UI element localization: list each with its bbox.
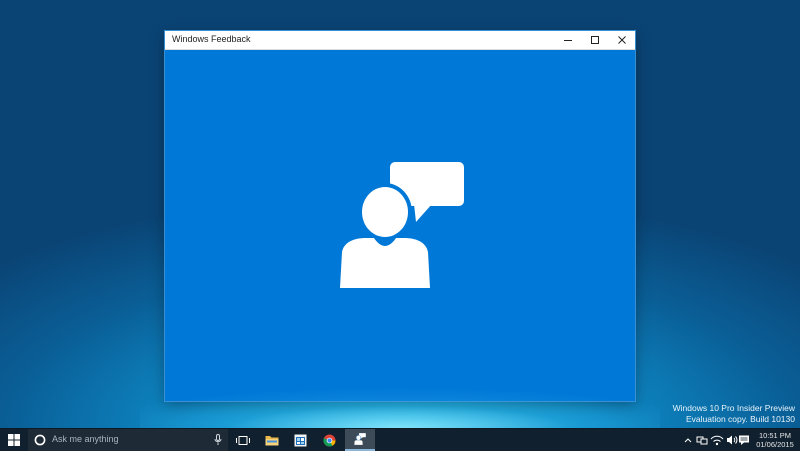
maximize-button[interactable]: [581, 31, 608, 49]
search-box[interactable]: Ask me anything: [28, 429, 228, 451]
volume-icon[interactable]: [726, 434, 738, 446]
close-button[interactable]: [608, 31, 635, 49]
windows-logo-icon: [8, 434, 20, 446]
clock-time: 10:51 PM: [758, 431, 792, 440]
splash-screen: [165, 50, 635, 401]
file-explorer-button[interactable]: [258, 429, 286, 451]
store-icon: [294, 434, 306, 446]
title-bar[interactable]: Windows Feedback: [165, 31, 635, 50]
action-center-icon[interactable]: [738, 434, 750, 446]
person-speech-bubble-icon: [340, 162, 464, 288]
app-window: Windows Feedback: [165, 31, 635, 401]
store-button[interactable]: [286, 429, 314, 451]
chrome-button[interactable]: [315, 429, 343, 451]
wifi-icon[interactable]: [710, 434, 724, 446]
microphone-icon[interactable]: [214, 434, 222, 446]
clock[interactable]: 10:51 PM 01/06/2015: [755, 431, 795, 449]
minimize-icon: [563, 40, 572, 41]
watermark-line-build: Evaluation copy. Build 10130: [685, 414, 795, 424]
watermark-line-edition: Windows 10 Pro Insider Preview: [672, 403, 795, 413]
chrome-icon: [322, 434, 335, 447]
feedback-app-icon: [354, 433, 366, 445]
windows-feedback-taskbar-button[interactable]: [345, 429, 375, 451]
start-button[interactable]: [0, 429, 28, 451]
build-watermark: Windows 10 Pro Insider Preview Evaluatio…: [673, 403, 795, 425]
window-title: Windows Feedback: [172, 34, 251, 44]
clock-date: 01/06/2015: [756, 440, 794, 449]
network-icon[interactable]: [696, 434, 708, 446]
chevron-up-icon[interactable]: [684, 434, 692, 446]
desktop: Windows Feedback Windows 10 Pro Insider …: [0, 0, 800, 428]
task-view-icon: [236, 435, 250, 445]
search-placeholder: Ask me anything: [52, 434, 119, 444]
maximize-icon: [590, 36, 599, 44]
folder-icon: [265, 436, 279, 446]
minimize-button[interactable]: [554, 31, 581, 49]
task-view-button[interactable]: [229, 429, 257, 451]
taskbar: Ask me anything 10:51 PM 01/06/2015: [0, 428, 800, 451]
cortana-icon: [34, 434, 46, 446]
close-icon: [617, 36, 626, 44]
